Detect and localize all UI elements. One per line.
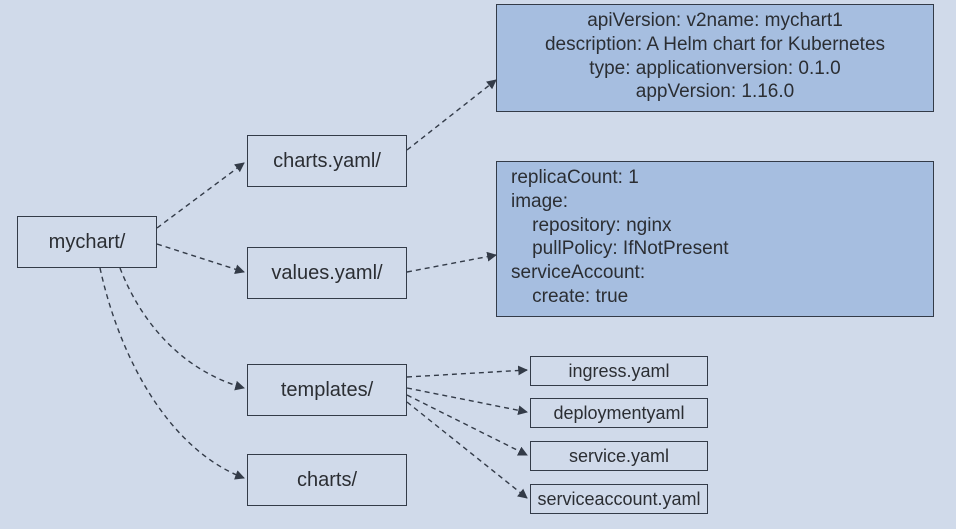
content-line: repository: nginx: [511, 214, 919, 238]
content-line: create: true: [511, 285, 919, 309]
content-line: apiVersion: v2name: mychart1: [511, 9, 919, 33]
node-label: ingress.yaml: [568, 361, 669, 382]
node-label: service.yaml: [569, 446, 669, 467]
node-service-yaml: service.yaml: [530, 441, 708, 471]
node-charts-yaml: charts.yaml/: [247, 135, 407, 187]
content-line: image:: [511, 190, 919, 214]
node-ingress-yaml: ingress.yaml: [530, 356, 708, 386]
content-line: appVersion: 1.16.0: [511, 80, 919, 104]
content-line: replicaCount: 1: [511, 166, 919, 190]
node-templates: templates/: [247, 364, 407, 416]
node-values-yaml: values.yaml/: [247, 247, 407, 299]
content-values-yaml: replicaCount: 1 image: repository: nginx…: [496, 161, 934, 317]
content-line: type: applicationversion: 0.1.0: [511, 57, 919, 81]
node-label: mychart/: [49, 231, 126, 254]
node-label: charts/: [297, 469, 357, 492]
node-mychart: mychart/: [17, 216, 157, 268]
diagram-canvas: mychart/ charts.yaml/ values.yaml/ templ…: [0, 0, 956, 529]
content-line: description: A Helm chart for Kubernetes: [511, 33, 919, 57]
node-serviceaccount-yaml: serviceaccount.yaml: [530, 484, 708, 514]
node-label: charts.yaml/: [273, 150, 381, 173]
content-line: serviceAccount:: [511, 261, 919, 285]
node-label: values.yaml/: [271, 262, 382, 285]
content-line: pullPolicy: IfNotPresent: [511, 237, 919, 261]
node-label: templates/: [281, 379, 373, 402]
node-charts-dir: charts/: [247, 454, 407, 506]
node-deployment-yaml: deploymentyaml: [530, 398, 708, 428]
content-chart-yaml: apiVersion: v2name: mychart1 description…: [496, 4, 934, 112]
node-label: serviceaccount.yaml: [537, 489, 700, 510]
node-label: deploymentyaml: [553, 403, 684, 424]
